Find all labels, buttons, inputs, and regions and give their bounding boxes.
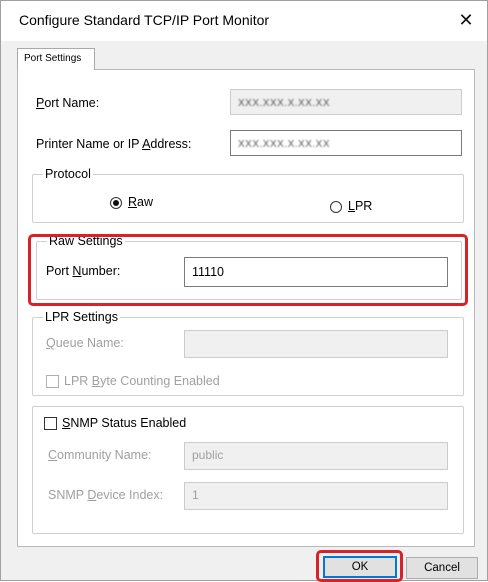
snmp-status-label[interactable]: SNMP Status Enabled [62, 416, 186, 430]
port-name-value: XXX.XXX.X.XX.XX [238, 98, 330, 109]
port-number-label: Port Number: [46, 264, 121, 278]
port-name-label: Port Name: [36, 96, 100, 110]
snmp-status-checkbox[interactable] [44, 417, 57, 430]
printer-address-label: Printer Name or IP Address: [36, 137, 192, 151]
snmp-device-index-label: SNMP Device Index: [48, 488, 164, 502]
close-icon[interactable]: ✕ [451, 5, 481, 35]
port-name-field[interactable]: XXX.XXX.X.XX.XX [230, 89, 462, 115]
ok-button[interactable]: OK [323, 556, 397, 578]
lpr-byte-counting-checkbox[interactable] [46, 375, 59, 388]
protocol-legend: Protocol [45, 167, 91, 181]
window-title: Configure Standard TCP/IP Port Monitor [19, 12, 270, 28]
dialog-window: Configure Standard TCP/IP Port Monitor ✕… [0, 0, 488, 582]
printer-address-value: XXX.XXX.X.XX.XX [238, 139, 330, 150]
community-name-label: Community Name: [48, 448, 152, 462]
title-bar: Configure Standard TCP/IP Port Monitor ✕ [1, 1, 487, 41]
printer-address-input[interactable]: XXX.XXX.X.XX.XX [230, 130, 462, 156]
protocol-group: Protocol [32, 167, 464, 223]
port-settings-panel: Port Name: XXX.XXX.X.XX.XX Printer Name … [17, 69, 475, 547]
raw-settings-legend: Raw Settings [49, 234, 123, 248]
lpr-radio-label[interactable]: LPR [348, 199, 372, 213]
tab-port-settings[interactable]: Port Settings [17, 48, 95, 70]
community-name-input[interactable]: public [184, 442, 448, 470]
queue-name-input[interactable] [184, 330, 448, 358]
raw-radio[interactable] [110, 197, 122, 209]
port-number-input[interactable]: 11110 [184, 257, 448, 287]
cancel-button[interactable]: Cancel [406, 557, 478, 579]
raw-radio-label[interactable]: Raw [128, 195, 153, 209]
lpr-settings-legend: LPR Settings [45, 310, 118, 324]
queue-name-label: Queue Name: [46, 336, 124, 350]
lpr-radio[interactable] [330, 201, 342, 213]
snmp-device-index-input[interactable]: 1 [184, 482, 448, 510]
lpr-byte-counting-label[interactable]: LPR Byte Counting Enabled [64, 374, 220, 388]
